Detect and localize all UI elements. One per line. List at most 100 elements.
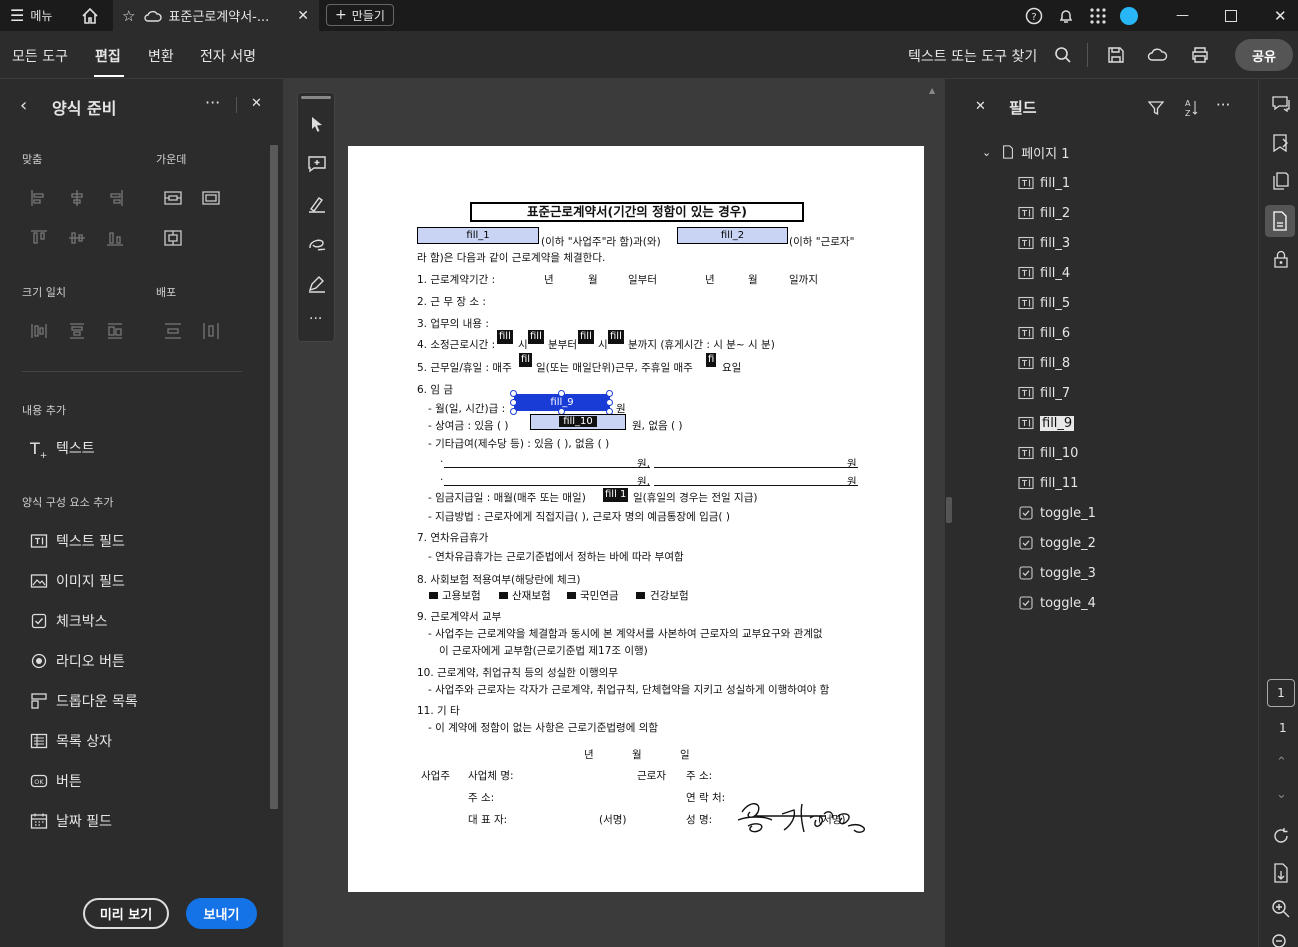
dropdown-button[interactable]: 드롭다운 목록 xyxy=(30,690,138,712)
text-field-button[interactable]: 텍스트 필드 xyxy=(30,530,125,552)
notification-button[interactable] xyxy=(1057,0,1075,31)
home-button[interactable] xyxy=(80,0,100,31)
tool-search[interactable]: 텍스트 또는 도구 찾기 xyxy=(908,46,1037,66)
panel-scroll-thumb[interactable] xyxy=(270,145,278,809)
field-fill-6[interactable]: fill xyxy=(608,330,624,344)
field-fill-4[interactable]: fill xyxy=(528,330,544,344)
drag-handle[interactable] xyxy=(301,96,331,99)
minimize-button[interactable]: — xyxy=(1176,0,1189,31)
back-arrow-icon[interactable]: ‹ xyxy=(20,95,27,116)
toggle-1-checkbox[interactable] xyxy=(429,592,438,599)
draw-freehand-icon[interactable] xyxy=(307,235,327,253)
center-horizontal-icon[interactable] xyxy=(162,187,184,209)
menu-convert[interactable]: 변환 xyxy=(148,46,174,66)
close-tab-icon[interactable]: ✕ xyxy=(297,8,309,24)
center-both-icon[interactable] xyxy=(162,227,184,249)
tree-field-fill-6[interactable]: fill_6 xyxy=(1018,323,1070,343)
tree-field-fill-9[interactable]: fill_9 xyxy=(1018,413,1075,433)
tree-toggle-4[interactable]: toggle_4 xyxy=(1018,593,1096,613)
align-left-icon[interactable] xyxy=(28,187,50,209)
help-button[interactable]: ? xyxy=(1025,0,1043,31)
close-fields-panel-icon[interactable]: ✕ xyxy=(975,99,986,114)
resize-handle-tl[interactable] xyxy=(510,390,517,397)
tree-field-fill-8[interactable]: fill_8 xyxy=(1018,353,1070,373)
toggle-4-checkbox[interactable] xyxy=(636,592,645,599)
tree-field-fill-10[interactable]: fill_10 xyxy=(1018,443,1078,463)
add-comment-icon[interactable] xyxy=(307,155,327,173)
tree-field-fill-7[interactable]: fill_7 xyxy=(1018,383,1070,403)
print-icon[interactable] xyxy=(1190,46,1210,64)
field-fill-3[interactable]: fill xyxy=(497,330,513,344)
lock-icon[interactable] xyxy=(1272,249,1290,269)
forms-tool-active[interactable] xyxy=(1265,205,1295,237)
toggle-2-checkbox[interactable] xyxy=(499,592,508,599)
tree-field-fill-1[interactable]: fill_1 xyxy=(1018,173,1070,193)
tree-field-fill-5[interactable]: fill_5 xyxy=(1018,293,1070,313)
zoom-out-icon[interactable] xyxy=(1271,933,1291,947)
match-width-icon[interactable] xyxy=(28,320,50,342)
tree-toggle-1[interactable]: toggle_1 xyxy=(1018,503,1096,523)
resize-handle-bl[interactable] xyxy=(510,408,517,415)
maximize-button[interactable] xyxy=(1225,0,1237,31)
more-options-icon[interactable]: ··· xyxy=(205,93,220,112)
filter-icon[interactable] xyxy=(1148,100,1164,116)
align-top-icon[interactable] xyxy=(28,227,50,249)
tree-field-fill-11[interactable]: fill_11 xyxy=(1018,473,1078,493)
resize-handle-ml[interactable] xyxy=(510,399,517,406)
resize-handle-tr[interactable] xyxy=(606,390,613,397)
canvas-scrollbar[interactable]: ▲ xyxy=(929,86,939,932)
distribute-vertical-icon[interactable] xyxy=(162,320,184,342)
align-center-horizontal-icon[interactable] xyxy=(66,187,88,209)
bookmarks-icon[interactable] xyxy=(1271,133,1291,153)
center-vertical-icon[interactable] xyxy=(200,187,222,209)
tree-field-fill-2[interactable]: fill_2 xyxy=(1018,203,1070,223)
profile-avatar[interactable] xyxy=(1120,0,1138,31)
panel-scrollbar[interactable] xyxy=(268,133,280,849)
close-window-button[interactable]: ✕ xyxy=(1274,0,1287,31)
button-field-button[interactable]: OK 버튼 xyxy=(30,770,82,792)
field-fill-7[interactable]: fi xyxy=(706,353,717,367)
tree-field-fill-3[interactable]: fill_3 xyxy=(1018,233,1070,253)
radio-button-button[interactable]: 라디오 버튼 xyxy=(30,650,125,672)
select-pointer-icon[interactable] xyxy=(308,115,326,133)
date-field-button[interactable]: 날짜 필드 xyxy=(30,810,112,832)
field-fill-10[interactable]: fill_10 xyxy=(530,414,626,430)
sign-pen-icon[interactable] xyxy=(307,275,327,293)
preview-button[interactable]: 미리 보기 xyxy=(83,898,169,929)
star-icon[interactable]: ☆ xyxy=(122,7,135,25)
close-panel-icon[interactable]: ✕ xyxy=(251,96,262,111)
field-fill-5[interactable]: fill xyxy=(578,330,594,344)
field-fill-8[interactable]: fil xyxy=(519,353,533,367)
apps-button[interactable] xyxy=(1089,0,1107,31)
distribute-horizontal-icon[interactable] xyxy=(200,320,222,342)
add-text-button[interactable]: T+ 텍스트 xyxy=(30,437,95,461)
checkbox-button[interactable]: 체크박스 xyxy=(30,610,108,632)
match-both-icon[interactable] xyxy=(104,320,126,342)
panel-resize-handle[interactable] xyxy=(946,497,952,523)
tree-toggle-3[interactable]: toggle_3 xyxy=(1018,563,1096,583)
menu-button[interactable]: ☰ 메뉴 xyxy=(10,0,52,31)
pages-icon[interactable] xyxy=(1271,171,1291,191)
sort-az-icon[interactable]: AZ xyxy=(1182,98,1198,118)
cloud-save-icon[interactable] xyxy=(1147,46,1169,64)
tree-page-node[interactable]: ⌄ 페이지 1 xyxy=(982,142,1070,162)
menu-all-tools[interactable]: 모든 도구 xyxy=(12,46,68,66)
save-icon[interactable] xyxy=(1107,46,1125,64)
chevron-down-icon[interactable]: ⌄ xyxy=(982,146,991,159)
more-tools-icon[interactable]: ··· xyxy=(309,311,322,327)
extract-page-icon[interactable] xyxy=(1272,863,1290,883)
align-right-icon[interactable] xyxy=(104,187,126,209)
list-box-button[interactable]: 목록 상자 xyxy=(30,730,112,752)
resize-handle-mr[interactable] xyxy=(606,399,613,406)
page-number-input[interactable]: 1 xyxy=(1267,679,1295,707)
export-button[interactable]: 보내기 xyxy=(186,898,257,929)
comments-icon[interactable] xyxy=(1271,95,1291,113)
search-icon[interactable] xyxy=(1054,46,1072,64)
prev-page-icon[interactable]: ⌃ xyxy=(1276,755,1287,770)
menu-e-sign[interactable]: 전자 서명 xyxy=(200,46,256,66)
toggle-3-checkbox[interactable] xyxy=(567,592,576,599)
fields-more-icon[interactable]: ··· xyxy=(1216,96,1230,114)
rotate-icon[interactable] xyxy=(1272,827,1290,845)
scroll-up-arrow-icon[interactable]: ▲ xyxy=(929,86,935,95)
new-tab-button[interactable]: + 만들기 xyxy=(326,4,394,26)
